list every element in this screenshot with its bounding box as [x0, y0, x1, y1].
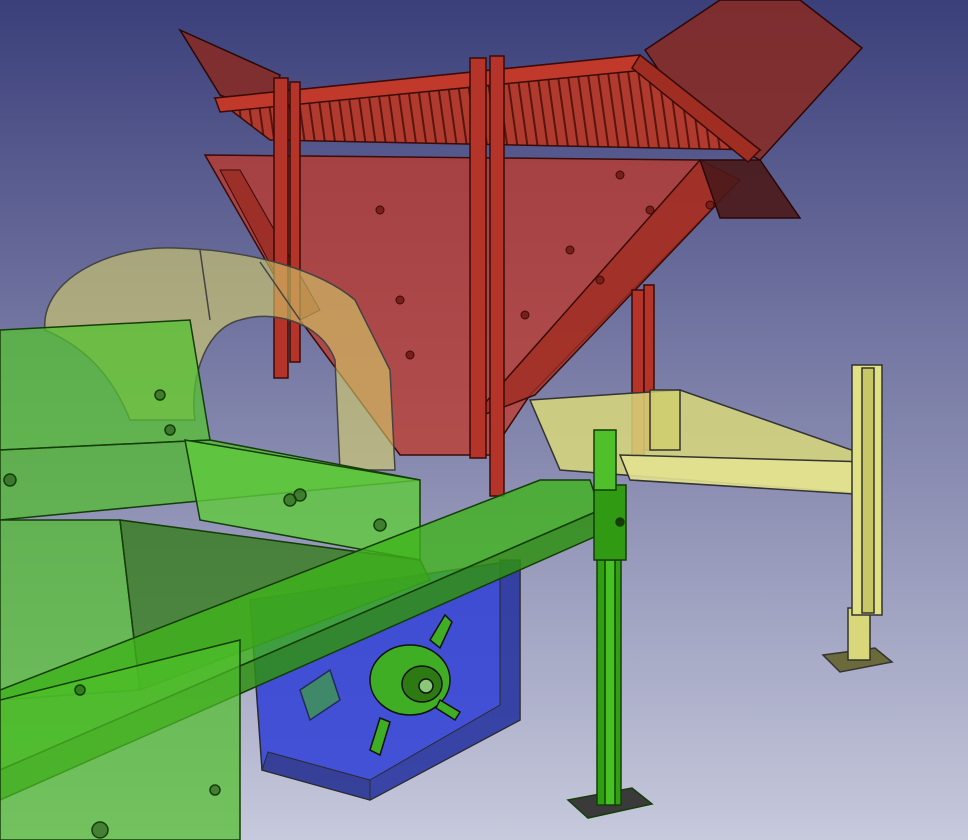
3d-viewport[interactable]: [0, 0, 968, 840]
cad-scene[interactable]: [0, 0, 968, 840]
